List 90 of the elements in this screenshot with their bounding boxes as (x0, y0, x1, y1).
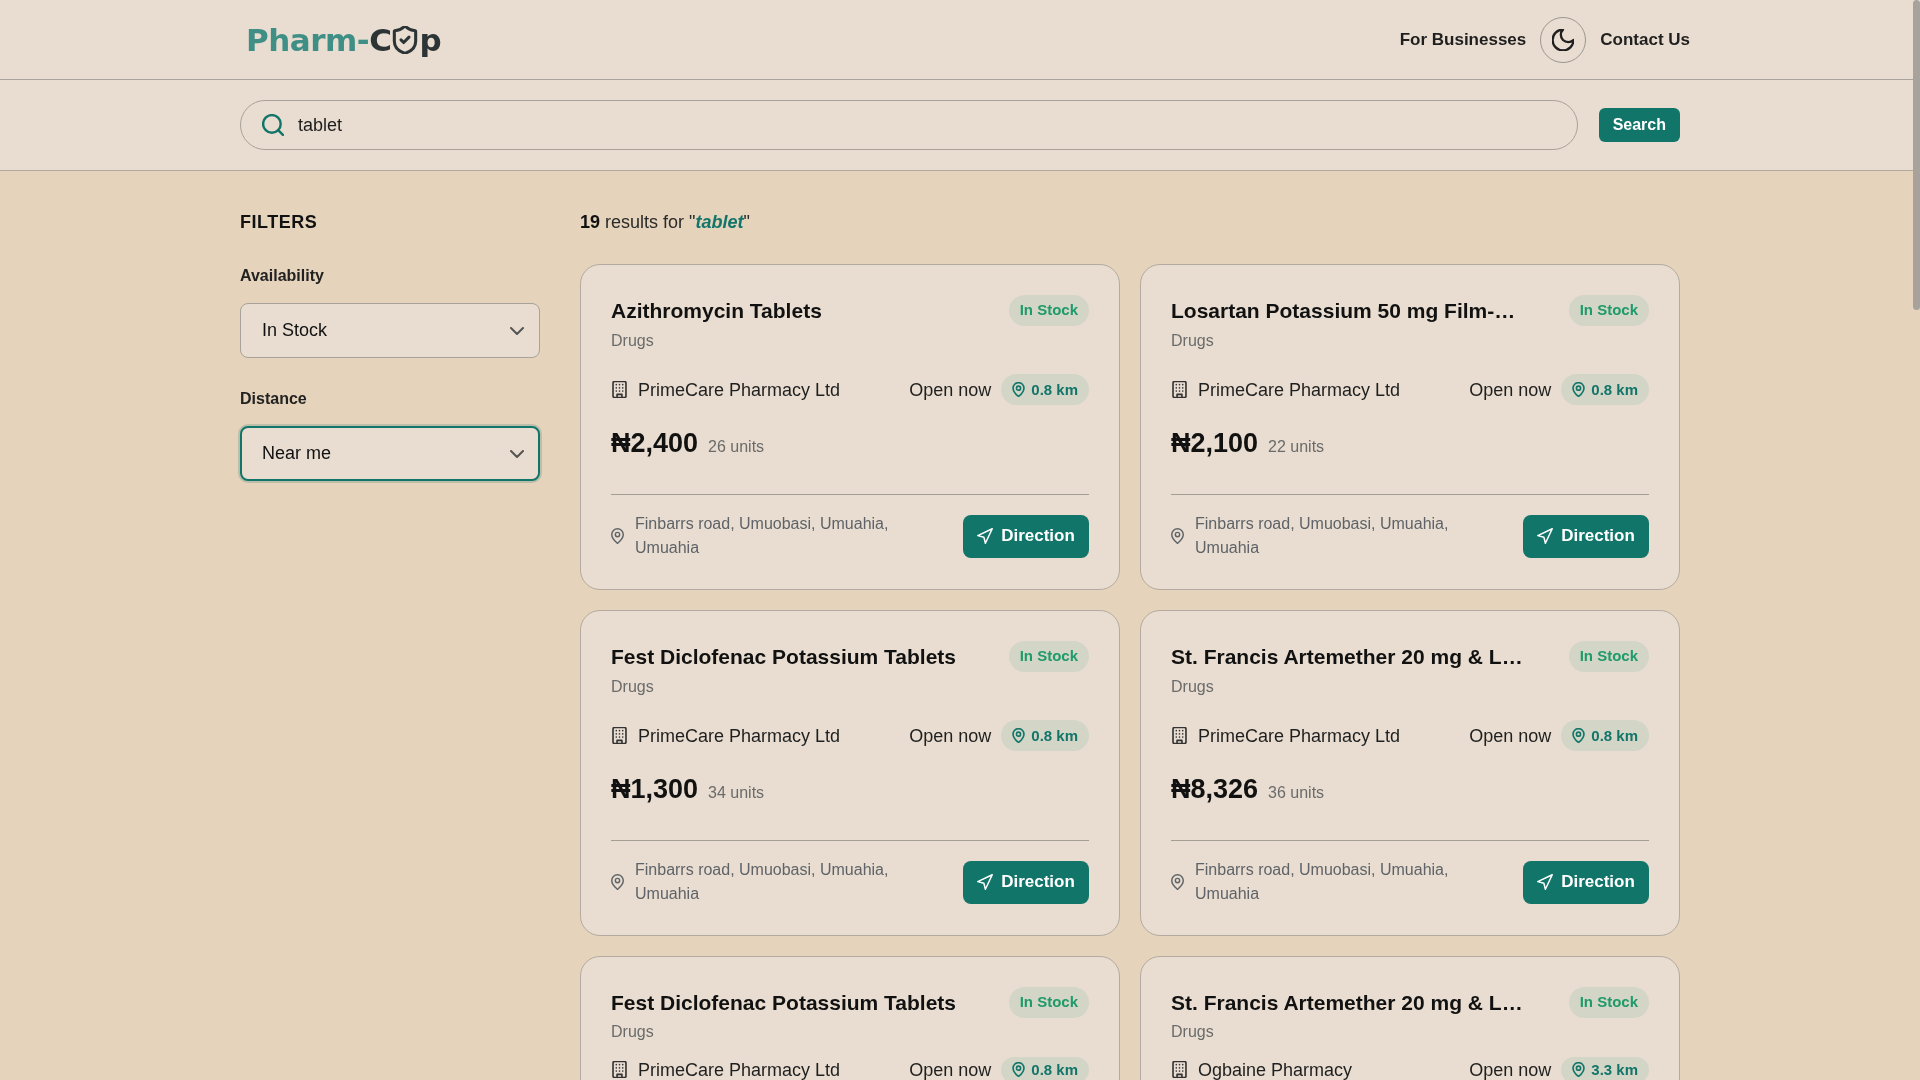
opening-status: Open now (909, 1060, 992, 1079)
category-label: Drugs (611, 1022, 654, 1042)
opening-status: Open now (1469, 726, 1552, 745)
scrollbar-thumb[interactable] (1913, 0, 1920, 310)
building-icon (611, 727, 628, 744)
logo-text: Pharm-C (246, 21, 392, 58)
opening-status: Open now (909, 726, 992, 745)
stock-units: 34 units (708, 783, 765, 803)
address-text: Finbarrs road, Umuobasi, Umuahia, Umuahia (635, 860, 890, 904)
direction-button[interactable]: Direction (963, 860, 1089, 904)
logo-text: p (419, 21, 442, 58)
stock-badge: In Stock (1568, 987, 1649, 1018)
nav-link[interactable]: For Businesses (1399, 26, 1527, 53)
category-label: Drugs (611, 331, 654, 351)
navigation-arrow-icon (1537, 874, 1554, 890)
stock-badge: In Stock (1008, 641, 1089, 672)
opening-status: Open now (1469, 380, 1552, 399)
distance-text: 0.8 km (1031, 1061, 1078, 1078)
distance-text: 0.8 km (1591, 381, 1638, 398)
address-text: Finbarrs road, Umuobasi, Umuahia, Umuahia (1195, 514, 1450, 558)
navigation-arrow-icon (1537, 528, 1554, 544)
opening-status: Open now (1469, 1060, 1552, 1079)
search-icon (262, 114, 284, 136)
direction-button[interactable]: Direction (963, 514, 1089, 558)
category-label: Drugs (1171, 1022, 1214, 1042)
building-icon (1171, 381, 1188, 398)
product-name: St. Francis Artemether 20 mg & L… (1171, 643, 1523, 670)
chevron-down-icon (510, 326, 524, 335)
product-name: Losartan Potassium 50 mg Film-… (1171, 297, 1516, 324)
pharmacy-name: PrimeCare Pharmacy Ltd (1198, 726, 1401, 745)
navigation-arrow-icon (977, 528, 994, 544)
distance-text: 0.8 km (1031, 381, 1078, 398)
building-icon (1171, 727, 1188, 744)
nav-link[interactable]: Contact Us (1600, 26, 1690, 53)
shield-check-icon (392, 25, 419, 54)
map-pin-icon (1012, 382, 1026, 397)
price: ₦2,400 (611, 427, 699, 460)
map-pin-icon (611, 874, 624, 890)
map-pin-icon (1572, 728, 1586, 743)
map-pin-icon (1171, 528, 1184, 544)
opening-status: Open now (909, 380, 992, 399)
pharmacy-name: Ogbaine Pharmacy (1198, 1060, 1353, 1079)
pharmacy-name: PrimeCare Pharmacy Ltd (1198, 380, 1401, 399)
results-summary: 19 results for "tablet" (580, 211, 751, 234)
distance-text: 0.8 km (1591, 727, 1638, 744)
filters-heading: FILTERS (240, 211, 319, 234)
address-text: Finbarrs road, Umuobasi, Umuahia, Umuahia (635, 514, 890, 558)
category-label: Drugs (1171, 331, 1214, 351)
price: ₦8,326 (1171, 773, 1259, 806)
filter-label: Availability (240, 266, 324, 286)
stock-units: 26 units (708, 437, 765, 457)
stock-units: 36 units (1268, 783, 1325, 803)
pharmacy-name: PrimeCare Pharmacy Ltd (638, 726, 841, 745)
map-pin-icon (611, 528, 624, 544)
building-icon (611, 381, 628, 398)
search-button[interactable]: Search (1598, 108, 1680, 142)
map-pin-icon (1572, 382, 1586, 397)
distance-text: 0.8 km (1031, 727, 1078, 744)
chevron-down-icon (510, 449, 524, 458)
map-pin-icon (1572, 1062, 1586, 1077)
pharmacy-name: PrimeCare Pharmacy Ltd (638, 1060, 841, 1079)
building-icon (611, 1061, 628, 1078)
filter-label: Distance (240, 389, 307, 409)
pharmacy-name: PrimeCare Pharmacy Ltd (638, 380, 841, 399)
product-name: Fest Diclofenac Potassium Tablets (611, 989, 957, 1016)
filter-dropdown[interactable]: Near me (240, 426, 540, 481)
moon-icon (1552, 28, 1575, 51)
direction-button[interactable]: Direction (1523, 514, 1649, 558)
building-icon (1171, 1061, 1188, 1078)
category-label: Drugs (1171, 677, 1214, 697)
distance-text: 3.3 km (1591, 1061, 1638, 1078)
stock-badge: In Stock (1568, 295, 1649, 326)
filter-dropdown[interactable]: In Stock (240, 303, 540, 358)
price: ₦2,100 (1171, 427, 1259, 460)
navigation-arrow-icon (977, 874, 994, 890)
category-label: Drugs (611, 677, 654, 697)
map-pin-icon (1012, 728, 1026, 743)
direction-button[interactable]: Direction (1523, 860, 1649, 904)
map-pin-icon (1171, 874, 1184, 890)
search-field[interactable]: tablet (240, 100, 1578, 150)
stock-badge: In Stock (1568, 641, 1649, 672)
stock-badge: In Stock (1008, 295, 1089, 326)
stock-units: 22 units (1268, 437, 1325, 457)
address-text: Finbarrs road, Umuobasi, Umuahia, Umuahia (1195, 860, 1450, 904)
product-name: Fest Diclofenac Potassium Tablets (611, 643, 957, 670)
product-name: St. Francis Artemether 20 mg & L… (1171, 989, 1523, 1016)
map-pin-icon (1012, 1062, 1026, 1077)
price: ₦1,300 (611, 773, 699, 806)
stock-badge: In Stock (1008, 987, 1089, 1018)
product-name: Azithromycin Tablets (611, 297, 822, 324)
